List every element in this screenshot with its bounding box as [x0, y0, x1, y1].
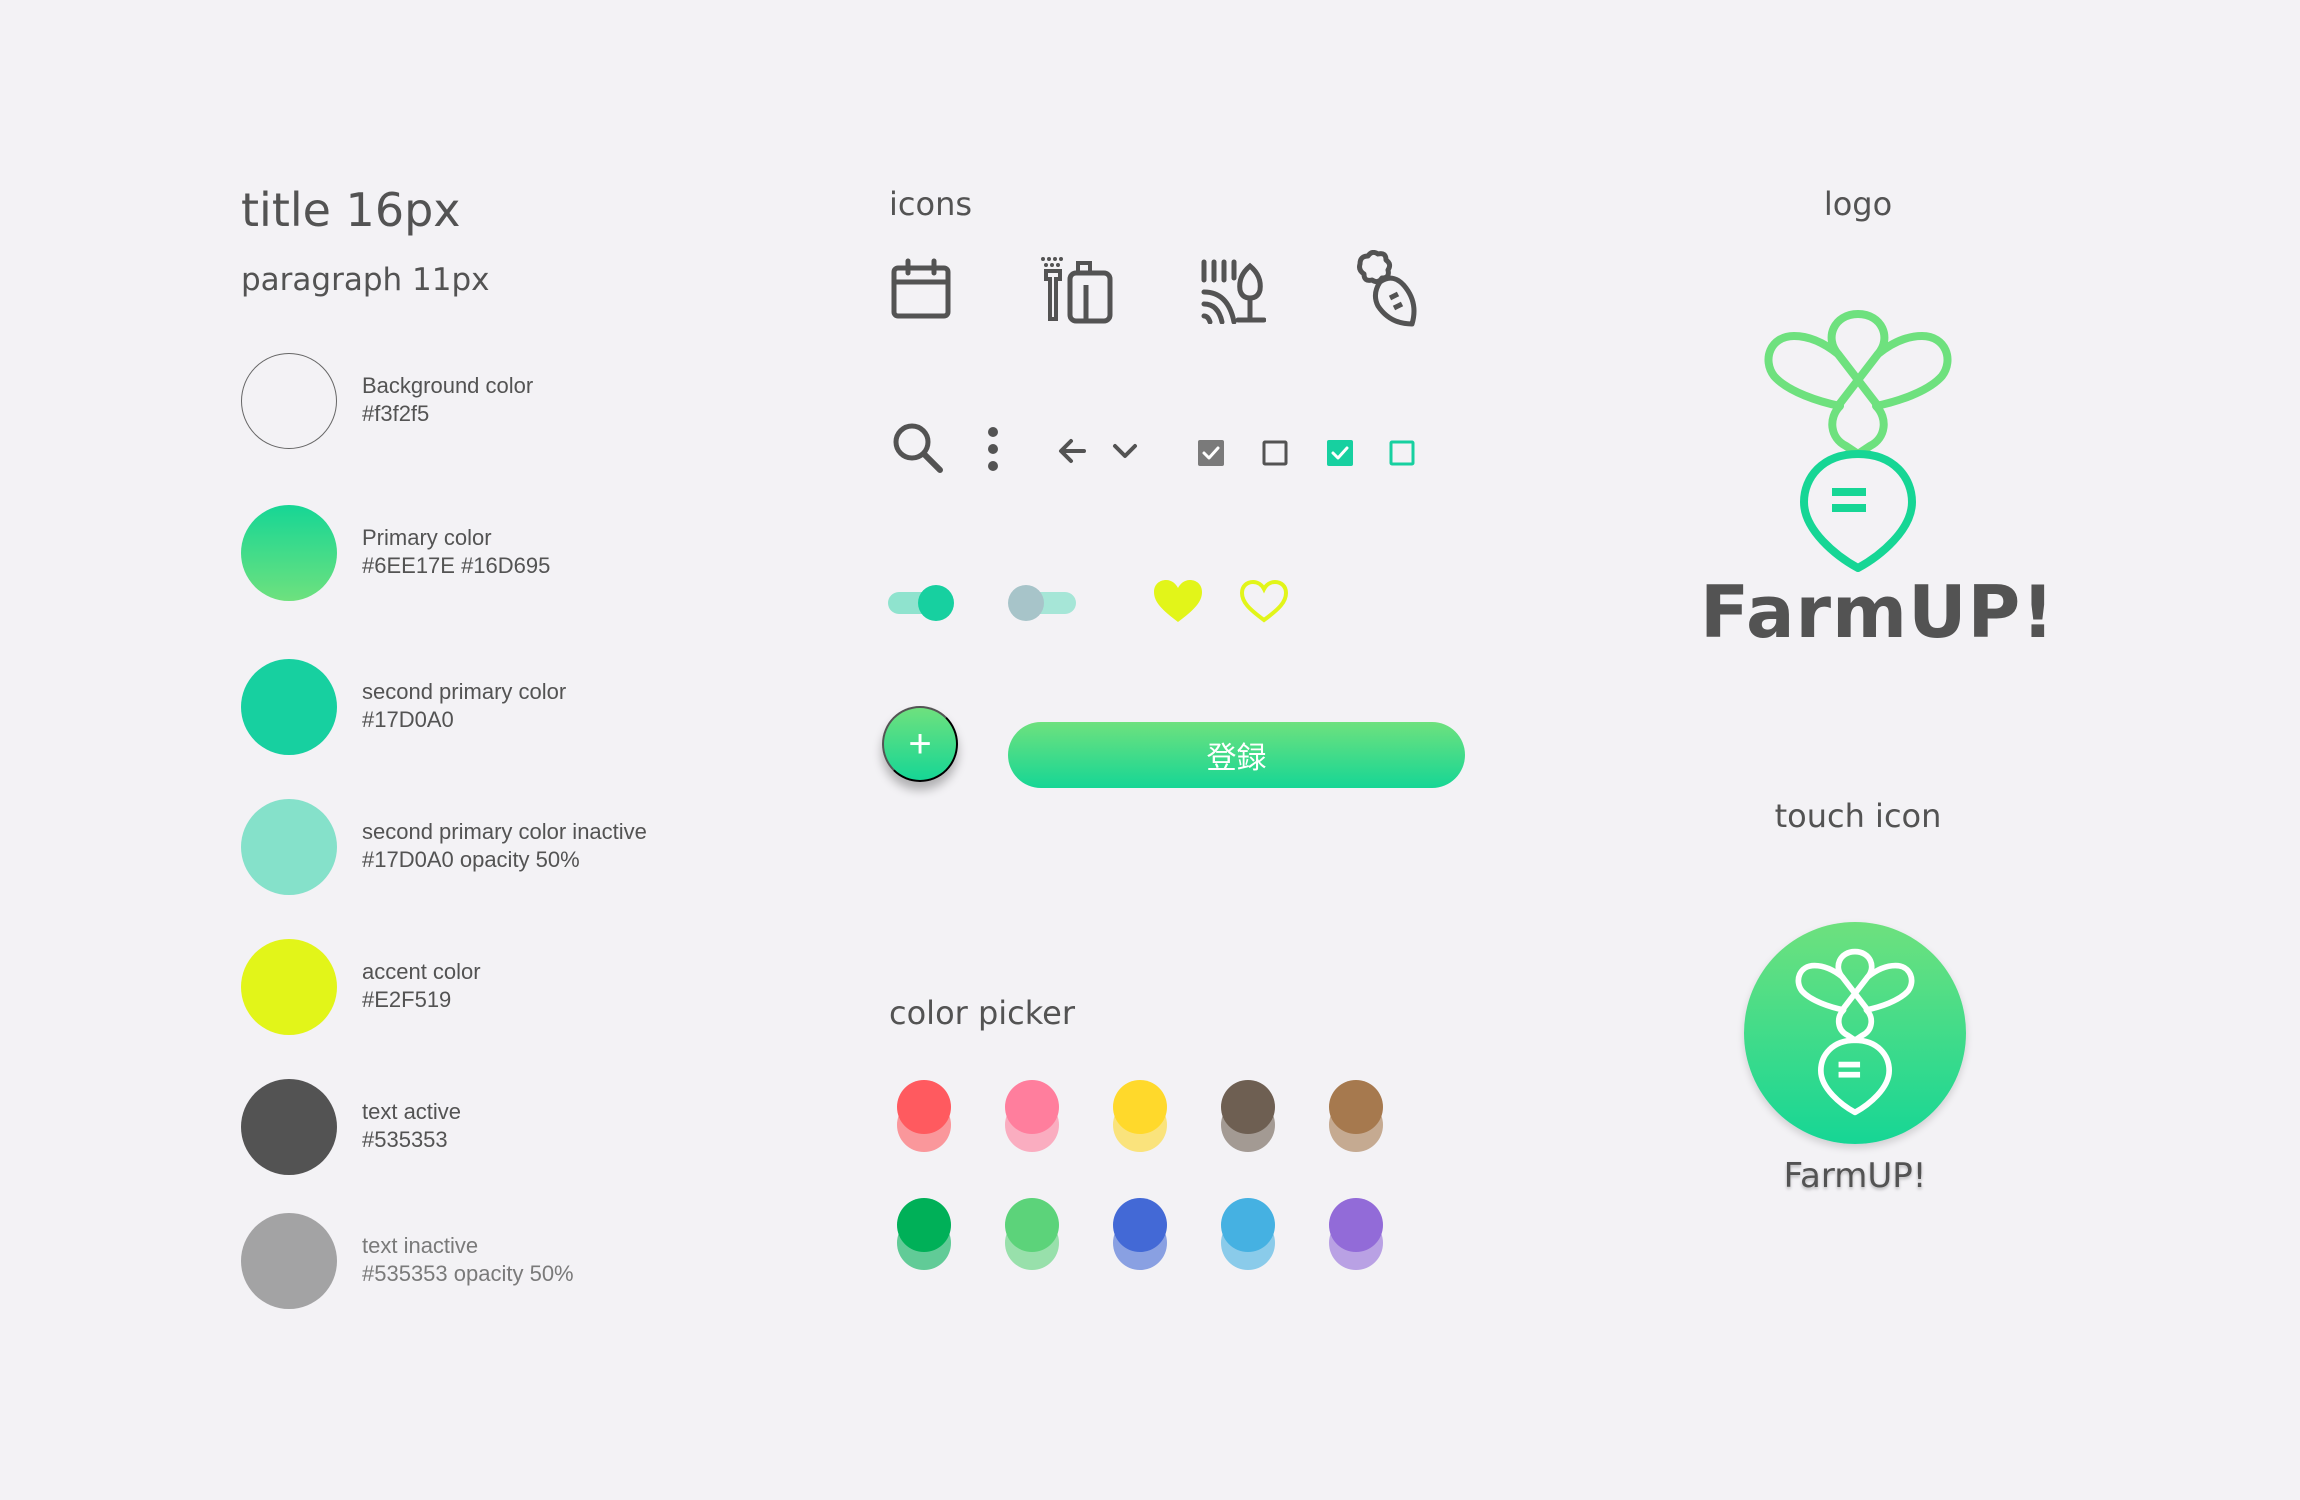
color-picker-swatch[interactable] — [897, 1080, 951, 1134]
swatch-primary — [241, 505, 337, 601]
checkbox-checked-green-icon[interactable] — [1327, 440, 1353, 466]
more-vertical-icon[interactable] — [985, 426, 1001, 472]
heart-filled-icon[interactable] — [1152, 578, 1204, 626]
swatch-background-label: Background color #f3f2f5 — [362, 373, 534, 426]
color-picker-swatch[interactable] — [1113, 1198, 1167, 1252]
touch-icon-text: FarmUP! — [1783, 1156, 1927, 1196]
swatch-background — [241, 353, 337, 449]
heart-outline-icon[interactable] — [1238, 578, 1290, 626]
toggle-off[interactable] — [1008, 584, 1078, 622]
checkbox-empty-green-icon[interactable] — [1389, 440, 1415, 466]
swatch-second-primary-inactive-label: second primary color inactive #17D0A0 opa… — [362, 819, 647, 872]
color-picker-swatch[interactable] — [1221, 1080, 1275, 1134]
field-icon — [1201, 259, 1266, 324]
section-label-icons: icons — [889, 185, 973, 223]
touch-icon-mark — [1795, 948, 1915, 1116]
swatch-second-primary-label: second primary color #17D0A0 — [362, 679, 567, 732]
swatch-accent — [241, 939, 337, 1035]
toggle-off-knob — [1008, 585, 1044, 621]
section-label-logo: logo — [1823, 185, 1893, 223]
swatch-text-inactive — [241, 1213, 337, 1309]
color-picker-swatch[interactable] — [1113, 1080, 1167, 1134]
calendar-icon — [891, 258, 951, 319]
section-label-color-picker: color picker — [889, 994, 1075, 1032]
checkbox-empty-gray-icon[interactable] — [1262, 440, 1288, 466]
checkbox-checked-gray-icon[interactable] — [1198, 440, 1224, 466]
swatch-text-active-label: text active #535353 — [362, 1099, 462, 1152]
chevron-down-icon[interactable] — [1112, 443, 1138, 461]
swatch-primary-label: Primary color #6EE17E #16D695 — [362, 525, 551, 578]
swatch-accent-label: accent color #E2F519 — [362, 959, 481, 1012]
search-icon[interactable] — [890, 420, 946, 476]
section-label-touch-icon: touch icon — [1774, 797, 1942, 835]
swatch-second-primary — [241, 659, 337, 755]
color-picker-swatch[interactable] — [897, 1198, 951, 1252]
toggle-on[interactable] — [888, 584, 958, 622]
farmup-logo-icon — [1764, 310, 1952, 572]
color-picker-swatch[interactable] — [1005, 1198, 1059, 1252]
toggle-on-knob — [918, 585, 954, 621]
typography-title-sample: title 16px — [241, 183, 461, 237]
color-picker-swatch[interactable] — [1329, 1080, 1383, 1134]
swatch-second-primary-inactive — [241, 799, 337, 895]
irrigation-icon — [1041, 257, 1113, 324]
farmup-logo-text: FarmUP! — [1700, 570, 2056, 654]
register-button[interactable]: 登録 — [1008, 722, 1465, 788]
typography-paragraph-sample: paragraph 11px — [241, 262, 490, 298]
color-picker-swatch[interactable] — [1221, 1198, 1275, 1252]
color-picker-swatch[interactable] — [1329, 1198, 1383, 1252]
swatch-text-active — [241, 1079, 337, 1175]
swatch-text-inactive-label: text inactive #535353 opacity 50% — [362, 1233, 574, 1286]
add-fab-button[interactable]: + — [882, 706, 958, 782]
arrow-left-icon[interactable] — [1058, 438, 1086, 464]
carrot-icon — [1357, 250, 1417, 327]
color-picker-swatch[interactable] — [1005, 1080, 1059, 1134]
